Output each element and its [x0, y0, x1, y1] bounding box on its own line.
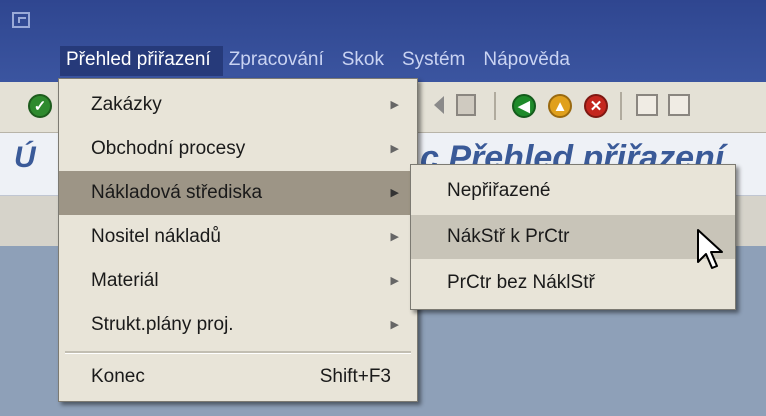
menu-bar: Přehled přiřazení Zpracování Skok Systém…: [0, 0, 766, 82]
menu-item-label: Strukt.plány proj.: [91, 314, 234, 335]
menu-napoveda[interactable]: Nápověda: [477, 46, 582, 76]
back-triangle-icon[interactable]: [434, 96, 444, 114]
menu-prehled-prirazeni[interactable]: Přehled přiřazení: [60, 46, 223, 76]
enter-check-icon[interactable]: ✓: [28, 94, 52, 118]
save-icon[interactable]: [456, 94, 476, 116]
prehled-prirazeni-dropdown: Zakázky ▶ Obchodní procesy ▶ Nákladová s…: [58, 78, 418, 402]
toolbar-separator: [620, 92, 622, 120]
submenu-item-nakstr-k-prctr[interactable]: NákStř k PrCtr: [411, 215, 735, 259]
menu-item-strukt-plany-proj[interactable]: Strukt.plány proj. ▶: [59, 303, 417, 347]
print-icon[interactable]: [636, 94, 658, 116]
menu-item-shortcut: Shift+F3: [319, 366, 391, 387]
submenu-arrow-icon: ▶: [390, 187, 399, 199]
menu-item-label: Obchodní procesy: [91, 138, 246, 159]
menu-item-label: Nositel nákladů: [91, 226, 221, 247]
menu-item-label: Zakázky: [91, 94, 162, 115]
system-menu-icon[interactable]: [12, 12, 30, 28]
exit-up-arrow-icon[interactable]: ▲: [548, 94, 572, 118]
cancel-x-icon[interactable]: ✕: [584, 94, 608, 118]
nakladova-strediska-submenu: Nepřiřazené NákStř k PrCtr PrCtr bez Nák…: [410, 164, 736, 310]
menu-item-nakladova-strediska[interactable]: Nákladová střediska ▶: [59, 171, 417, 215]
menu-items: Přehled přiřazení Zpracování Skok Systém…: [60, 46, 582, 76]
screen-title-left: Ú: [14, 141, 36, 174]
menu-system[interactable]: Systém: [396, 46, 477, 76]
submenu-arrow-icon: ▶: [390, 99, 399, 111]
menu-item-label: Materiál: [91, 270, 159, 291]
menu-zpracovani[interactable]: Zpracování: [223, 46, 336, 76]
back-arrow-icon[interactable]: ◀: [512, 94, 536, 118]
menu-item-zakazky[interactable]: Zakázky ▶: [59, 83, 417, 127]
mouse-cursor-icon: [697, 229, 723, 269]
menu-item-obchodni-procesy[interactable]: Obchodní procesy ▶: [59, 127, 417, 171]
submenu-item-label: PrCtr bez NáklStř: [447, 272, 595, 293]
menu-item-nositel-nakladu[interactable]: Nositel nákladů ▶: [59, 215, 417, 259]
submenu-item-prctr-bez-naklstr[interactable]: PrCtr bez NáklStř: [411, 261, 735, 305]
menu-item-konec[interactable]: Konec Shift+F3: [59, 355, 417, 399]
menu-item-label: Nákladová střediska: [91, 182, 263, 203]
submenu-item-label: Nepřiřazené: [447, 180, 551, 201]
submenu-arrow-icon: ▶: [390, 275, 399, 287]
toolbar-separator: [494, 92, 496, 120]
menu-separator: [65, 351, 411, 354]
find-icon[interactable]: [668, 94, 690, 116]
menu-item-material[interactable]: Materiál ▶: [59, 259, 417, 303]
submenu-arrow-icon: ▶: [390, 143, 399, 155]
menu-skok[interactable]: Skok: [336, 46, 396, 76]
submenu-arrow-icon: ▶: [390, 319, 399, 331]
menu-item-label: Konec: [91, 366, 145, 387]
submenu-item-nepriradene[interactable]: Nepřiřazené: [411, 169, 735, 213]
submenu-arrow-icon: ▶: [390, 231, 399, 243]
submenu-item-label: NákStř k PrCtr: [447, 226, 570, 247]
